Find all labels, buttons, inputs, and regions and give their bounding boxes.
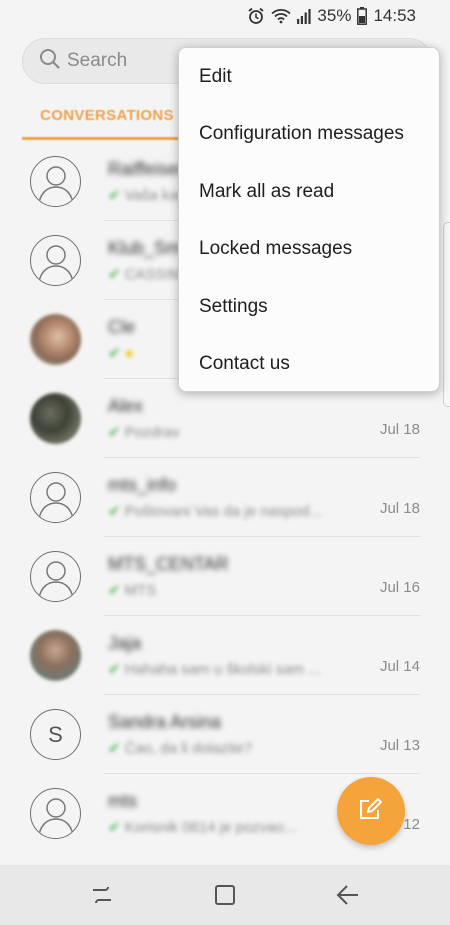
message-date: Jul 13: [379, 737, 420, 754]
list-item[interactable]: mts_info ✔ Poštovani Vas da je naspod... …: [0, 458, 450, 537]
message-snippet-text: Korisnik 0614 je pozvao...: [124, 819, 297, 836]
check-icon: ✔: [108, 582, 121, 599]
compose-icon: [358, 796, 384, 827]
person-icon: [37, 797, 74, 835]
avatar: [30, 156, 81, 207]
message-snippet-text: MTS: [124, 582, 157, 599]
home-icon: [214, 885, 235, 905]
avatar-photo: [30, 630, 81, 681]
person-icon: [37, 244, 74, 282]
message-snippet: ✔ ●: [108, 344, 134, 362]
message-date: Jul 18: [379, 421, 420, 438]
contact-name: mts: [108, 791, 137, 811]
message-snippet: ✔ Korisnik 0614 je pozvao...: [108, 818, 296, 836]
person-icon: [37, 560, 74, 598]
home-button[interactable]: [205, 875, 245, 915]
message-snippet: ✔ Pozdrav: [108, 423, 180, 441]
battery-icon: [357, 7, 368, 25]
check-icon: ✔: [108, 819, 121, 836]
check-icon: ✔: [108, 187, 121, 204]
contact-name: Sandra Arsina: [108, 712, 222, 732]
message-snippet-text: Poštovani Vas da je naspod...: [124, 503, 322, 520]
navigation-bar: [0, 865, 450, 925]
wifi-icon: [271, 8, 292, 24]
menu-item-edit[interactable]: Edit: [179, 48, 439, 106]
contact-name: Jaja: [108, 633, 142, 653]
contact-name: Raiffeisen: [108, 159, 188, 179]
message-snippet: ✔ Ćao, da li dolazite?: [108, 739, 252, 757]
compose-button[interactable]: [337, 777, 405, 845]
back-icon: [336, 885, 359, 905]
back-button[interactable]: [328, 875, 368, 915]
recent-apps-button[interactable]: [82, 875, 122, 915]
recent-apps-icon: [92, 886, 111, 904]
avatar-initial: S: [48, 721, 63, 747]
check-icon: ✔: [108, 345, 121, 362]
menu-item-contact-us[interactable]: Contact us: [179, 336, 439, 394]
contact-name: MTS_CENTAR: [108, 554, 229, 574]
message-snippet: ✔ Poštovani Vas da je naspod...: [108, 502, 322, 520]
avatar-photo: [30, 393, 81, 444]
avatar: [30, 788, 81, 839]
battery-percent: 35%: [317, 6, 352, 25]
avatar-letter: S: [30, 709, 81, 760]
signal-icon: [297, 8, 312, 24]
contact-name: Alex: [108, 396, 144, 416]
check-icon: ✔: [108, 661, 121, 678]
check-icon: ✔: [108, 266, 121, 283]
message-date: Jul 16: [379, 579, 420, 596]
person-icon: [37, 165, 74, 203]
overflow-menu: Edit Configuration messages Mark all as …: [178, 47, 440, 392]
avatar: [30, 472, 81, 523]
message-date: Jul 18: [379, 500, 420, 517]
contact-name: Cle: [108, 317, 136, 337]
menu-item-mark-all-read[interactable]: Mark all as read: [179, 163, 439, 221]
message-snippet-text: Pozdrav: [124, 424, 180, 441]
avatar-photo: [30, 314, 81, 365]
list-item[interactable]: S Sandra Arsina ✔ Ćao, da li dolazite? Ju…: [0, 695, 450, 774]
menu-item-configuration-messages[interactable]: Configuration messages: [179, 106, 439, 164]
person-icon: [37, 481, 74, 519]
message-snippet-text: Ćao, da li dolazite?: [124, 740, 253, 757]
clock: 14:53: [373, 6, 416, 25]
status-bar: 35% 14:53: [0, 0, 450, 32]
search-icon: [39, 48, 61, 75]
alarm-icon: [247, 7, 265, 25]
message-snippet: ✔ MTS: [108, 581, 156, 599]
contact-name: mts_info: [108, 475, 177, 495]
avatar: [30, 235, 81, 286]
menu-item-settings[interactable]: Settings: [179, 278, 439, 336]
list-item[interactable]: MTS_CENTAR ✔ MTS Jul 16: [0, 537, 450, 616]
scroll-handle[interactable]: [443, 222, 450, 407]
contact-name: Klub_Sm: [108, 238, 182, 258]
message-date: Jul 14: [379, 658, 420, 675]
check-icon: ✔: [108, 503, 121, 520]
emoji-icon: ●: [124, 345, 134, 362]
message-snippet: ✔ Hahaha sam u školski sam ...: [108, 660, 321, 678]
list-item[interactable]: Jaja ✔ Hahaha sam u školski sam ... Jul 1…: [0, 616, 450, 695]
check-icon: ✔: [108, 740, 121, 757]
message-snippet-text: Hahaha sam u školski sam ...: [124, 661, 321, 678]
menu-item-locked-messages[interactable]: Locked messages: [179, 221, 439, 279]
avatar: [30, 551, 81, 602]
check-icon: ✔: [108, 424, 121, 441]
tab-conversations[interactable]: CONVERSATIONS: [22, 100, 192, 140]
